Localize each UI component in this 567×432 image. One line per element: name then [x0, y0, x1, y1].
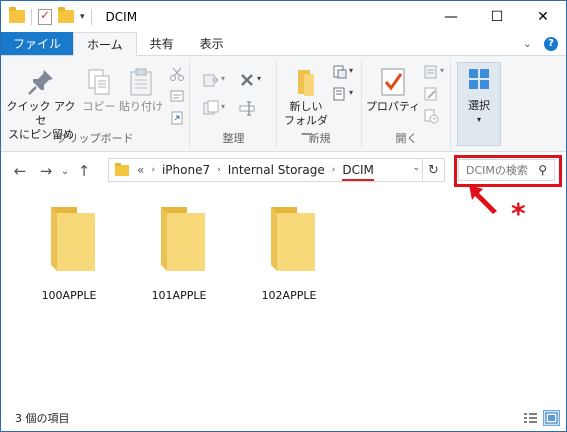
- copy-to-icon[interactable]: [203, 100, 219, 116]
- select-button[interactable]: 選択 ▾: [457, 62, 501, 146]
- organize-group: ▾ ▾ ▾ 整理: [191, 60, 277, 148]
- copy-label: コピー: [82, 100, 116, 113]
- close-button[interactable]: ✕: [520, 1, 566, 32]
- back-arrow-icon[interactable]: ←: [9, 162, 31, 180]
- clipboard-group: クイック アクセ スにピン留め コピー 貼り付け クリップボード: [1, 60, 190, 148]
- properties-label: プロパティ: [365, 100, 421, 113]
- folder-icon: [115, 162, 129, 176]
- breadcrumb-overflow[interactable]: «: [137, 163, 144, 177]
- organize-group-label: 整理: [222, 132, 245, 145]
- large-icons-view-button[interactable]: [543, 410, 560, 426]
- ribbon-tabs: ファイル ホーム 共有 表示 ⌄ ?: [1, 32, 566, 56]
- breadcrumb-separator[interactable]: ›: [332, 165, 336, 175]
- edit-icon[interactable]: [423, 86, 439, 102]
- copy-button[interactable]: コピー: [81, 66, 117, 114]
- move-to-dropdown-icon[interactable]: ▾: [221, 74, 225, 83]
- new-folder-label-line1: 新しい: [289, 100, 323, 113]
- explorer-window: ▾ DCIM — ☐ ✕ ファイル ホーム 共有 表示 ⌄ ?: [0, 0, 567, 432]
- easy-access-icon[interactable]: [332, 86, 348, 102]
- folder-icon: [51, 207, 95, 271]
- breadcrumb-separator[interactable]: ›: [217, 165, 221, 175]
- properties-icon[interactable]: [38, 8, 52, 25]
- folder-icon: [271, 207, 315, 271]
- folder-name: 102APPLE: [261, 289, 317, 302]
- item-count: 3 個の項目: [15, 412, 70, 425]
- paste-icon: [130, 68, 152, 96]
- refresh-icon[interactable]: ↻: [422, 159, 444, 181]
- paste-button[interactable]: 貼り付け: [119, 66, 163, 114]
- copy-to-dropdown-icon[interactable]: ▾: [221, 102, 225, 111]
- new-item-icon[interactable]: [332, 64, 348, 80]
- breadcrumb-separator[interactable]: ›: [151, 165, 155, 175]
- folder-item[interactable]: 102APPLE: [239, 205, 339, 302]
- window-controls: — ☐ ✕: [428, 1, 566, 32]
- breadcrumb-dcim[interactable]: DCIM: [342, 163, 374, 181]
- move-to-icon[interactable]: [203, 72, 219, 88]
- copy-path-icon[interactable]: [169, 88, 185, 104]
- folder-icon: [161, 207, 205, 271]
- tab-home[interactable]: ホーム: [73, 32, 137, 56]
- paste-label: 貼り付け: [119, 100, 163, 113]
- help-icon[interactable]: ?: [544, 36, 558, 51]
- folder-item[interactable]: 100APPLE: [19, 205, 119, 302]
- breadcrumb-internal-storage[interactable]: Internal Storage: [228, 163, 325, 177]
- new-item-dropdown-icon[interactable]: ▾: [349, 66, 353, 75]
- folder-name: 101APPLE: [151, 289, 207, 302]
- copy-icon: [88, 69, 110, 95]
- breadcrumb-iphone7[interactable]: iPhone7: [162, 163, 210, 177]
- quick-access-toolbar: ▾: [9, 7, 92, 25]
- open-group: プロパティ ▾ 開く: [363, 60, 451, 148]
- details-view-icon: [524, 413, 537, 423]
- folder-icon: [9, 7, 25, 23]
- ribbon: クイック アクセ スにピン留め コピー 貼り付け クリップボード ▾ ▾ ▾ 整…: [1, 56, 566, 152]
- folder-item[interactable]: 101APPLE: [129, 205, 229, 302]
- rename-icon[interactable]: [239, 100, 255, 116]
- open-icon[interactable]: [423, 64, 439, 80]
- new-group-label: 新規: [308, 132, 331, 145]
- minimize-button[interactable]: —: [428, 1, 474, 32]
- window-title: DCIM: [105, 9, 138, 24]
- recent-locations-icon[interactable]: ⌄: [57, 166, 73, 177]
- new-folder-icon: [298, 70, 314, 96]
- maximize-button[interactable]: ☐: [474, 1, 520, 32]
- select-label: 選択: [468, 99, 490, 112]
- easy-access-dropdown-icon[interactable]: ▾: [349, 88, 353, 97]
- clipboard-group-label: クリップボード: [56, 132, 134, 145]
- up-arrow-icon[interactable]: ↑: [73, 162, 95, 180]
- new-group: 新しい フォルダー ▾ ▾ 新規: [278, 60, 362, 148]
- separator: [31, 8, 32, 25]
- open-dropdown-icon[interactable]: ▾: [440, 66, 444, 75]
- properties-icon: [381, 68, 405, 96]
- delete-dropdown-icon[interactable]: ▾: [257, 74, 261, 83]
- forward-arrow-icon[interactable]: →: [35, 162, 57, 180]
- folder-name: 100APPLE: [41, 289, 97, 302]
- history-icon[interactable]: [423, 108, 439, 124]
- status-bar: 3 個の項目: [1, 405, 566, 431]
- separator: [90, 8, 92, 25]
- paste-shortcut-icon[interactable]: [169, 110, 185, 126]
- tab-view[interactable]: 表示: [187, 32, 237, 55]
- pin-icon: [28, 70, 53, 95]
- customize-toolbar-icon[interactable]: ▾: [80, 12, 85, 22]
- title-bar: ▾ DCIM — ☐ ✕: [1, 1, 566, 32]
- ribbon-right-controls: ⌄ ?: [523, 32, 558, 55]
- select-dropdown-icon: ▾: [476, 115, 481, 124]
- cut-icon[interactable]: [169, 66, 185, 82]
- address-history-dropdown-icon[interactable]: ⌄: [412, 163, 420, 173]
- open-group-label: 開く: [395, 132, 418, 145]
- select-grid-icon: [469, 69, 489, 89]
- pin-label-line1: クイック アクセ: [6, 100, 76, 127]
- address-bar[interactable]: « › iPhone7 › Internal Storage › DCIM ⌄ …: [108, 158, 445, 182]
- tab-share[interactable]: 共有: [137, 32, 187, 55]
- file-list: 100APPLE 101APPLE 102APPLE: [1, 187, 566, 405]
- new-folder-icon[interactable]: [58, 7, 74, 23]
- properties-button[interactable]: プロパティ: [365, 66, 421, 114]
- details-view-button[interactable]: [522, 410, 539, 426]
- large-icons-view-icon: [545, 412, 558, 424]
- expand-ribbon-icon[interactable]: ⌄: [523, 37, 532, 50]
- view-controls: [522, 410, 560, 426]
- tab-file[interactable]: ファイル: [1, 32, 74, 55]
- delete-icon[interactable]: [239, 72, 255, 88]
